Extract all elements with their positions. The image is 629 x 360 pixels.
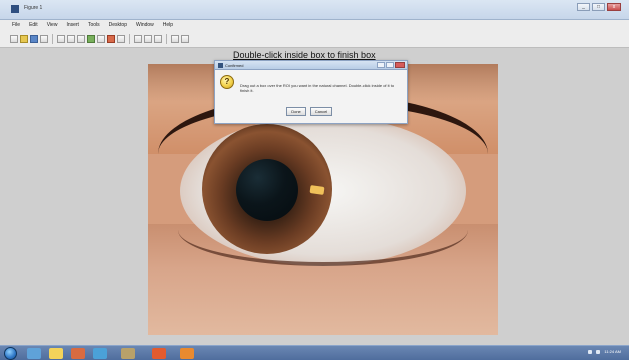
toolbar-separator [166,33,167,44]
dialog-controls [377,62,405,68]
menu-window[interactable]: Window [136,20,154,30]
taskbar-app-icon[interactable] [121,348,135,359]
rotate-icon[interactable] [97,34,105,43]
dialog-minimize-button[interactable] [377,62,385,68]
menu-insert[interactable]: Insert [66,20,79,30]
menu-tools[interactable]: Tools [88,20,100,30]
toolbar-separator [52,33,53,44]
toolbar-separator [129,33,130,44]
data-cursor-icon[interactable] [107,34,115,43]
save-icon[interactable] [30,34,38,43]
dialog-maximize-button[interactable] [386,62,394,68]
print-icon[interactable] [40,34,48,43]
colorbar-icon[interactable] [144,34,152,43]
start-button[interactable] [4,347,17,360]
menu-file[interactable]: File [12,20,20,30]
question-icon: ? [220,75,234,89]
maximize-button[interactable]: □ [592,3,605,11]
window-titlebar[interactable]: Figure 1 _ □ x [0,0,629,20]
pan-icon[interactable] [87,34,95,43]
taskbar-app-icon[interactable] [93,348,107,359]
window-controls: _ □ x [577,3,621,11]
dialog-title: Confirmed [225,63,244,68]
dialog-message: Drag out a box over the ROI you want in … [240,83,395,93]
taskbar-app-icon[interactable] [71,348,85,359]
taskbar-clock[interactable]: 11:24 AM [604,349,621,354]
cancel-button[interactable]: Cancel [310,107,332,116]
system-tray: 11:24 AM [588,349,621,354]
dialog-window-icon [218,63,223,68]
zoom-out-icon[interactable] [77,34,85,43]
hide-plot-tools-icon[interactable] [171,34,179,43]
taskbar: 11:24 AM [0,345,629,360]
taskbar-app-icon[interactable] [49,348,63,359]
done-button[interactable]: Done [286,107,306,116]
show-plot-tools-icon[interactable] [181,34,189,43]
figure-window: Figure 1 _ □ x File Edit View Insert Too… [0,0,629,345]
taskbar-app-icon[interactable] [152,348,166,359]
pointer-icon[interactable] [57,34,65,43]
network-icon[interactable] [588,349,593,354]
menu-desktop[interactable]: Desktop [109,20,127,30]
menu-edit[interactable]: Edit [29,20,38,30]
menu-view[interactable]: View [47,20,58,30]
volume-icon[interactable] [596,349,601,354]
legend-icon[interactable] [154,34,162,43]
window-title: Figure 1 [24,5,43,11]
confirm-dialog: Confirmed ? Drag out a box over the ROI … [214,60,408,124]
lower-eyelashes [178,194,468,266]
brush-icon[interactable] [117,34,125,43]
taskbar-app-icon[interactable] [180,348,194,359]
figure-window-icon [11,5,19,13]
dialog-titlebar[interactable]: Confirmed [215,61,407,70]
menu-help[interactable]: Help [163,20,173,30]
zoom-in-icon[interactable] [67,34,75,43]
new-file-icon[interactable] [10,34,18,43]
figure-toolbar [0,30,629,48]
link-plot-icon[interactable] [134,34,142,43]
menu-bar: File Edit View Insert Tools Desktop Wind… [0,20,629,30]
minimize-button[interactable]: _ [577,3,590,11]
open-icon[interactable] [20,34,28,43]
taskbar-app-icon[interactable] [27,348,41,359]
close-button[interactable]: x [607,3,621,11]
dialog-close-button[interactable] [395,62,405,68]
roi-instruction: Double-click inside box to finish box [233,50,376,60]
